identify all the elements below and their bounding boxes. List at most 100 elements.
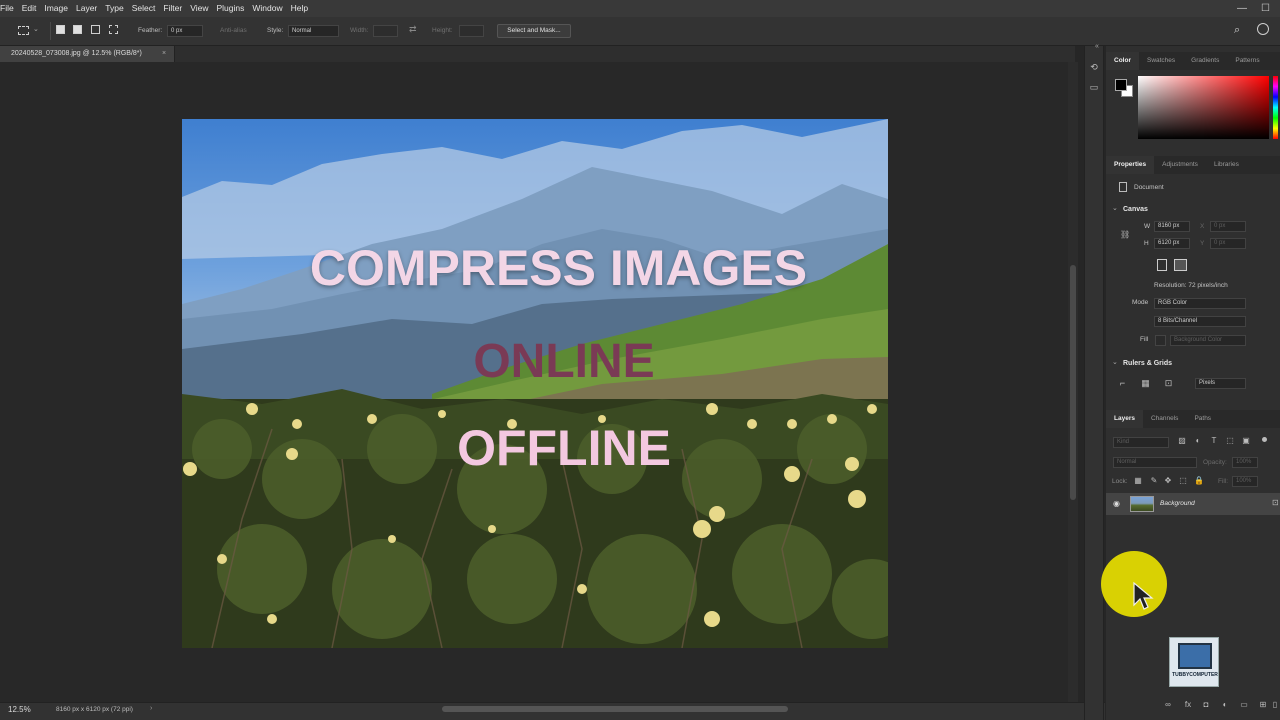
units-select[interactable]: Pixels	[1195, 378, 1246, 389]
document-canvas[interactable]: COMPRESS IMAGES ONLINE OFFLINE	[182, 119, 888, 648]
search-icon[interactable]: ⌕	[1234, 24, 1240, 37]
fill-field[interactable]: 100%	[1232, 476, 1258, 487]
add-selection-icon[interactable]	[73, 25, 82, 34]
tab-gradients[interactable]: Gradients	[1183, 52, 1227, 70]
portrait-orientation-icon[interactable]	[1157, 259, 1167, 271]
eye-icon[interactable]: ◉	[1113, 499, 1120, 508]
tab-channels[interactable]: Channels	[1143, 410, 1186, 428]
grid-icon[interactable]: ▦	[1140, 378, 1151, 388]
close-icon[interactable]: ×	[162, 46, 166, 62]
height-label: H	[1144, 240, 1149, 247]
zoom-level[interactable]: 12.5%	[8, 705, 31, 714]
canvas-height-field[interactable]: 6120 px	[1154, 238, 1190, 249]
link-icon[interactable]: ⛓	[1120, 230, 1130, 239]
landscape-orientation-icon[interactable]	[1174, 259, 1187, 271]
menu-view[interactable]: View	[186, 0, 212, 17]
panel-layout-icon[interactable]	[1257, 23, 1269, 35]
foreground-color-swatch[interactable]	[1115, 79, 1127, 91]
filter-shape-icon[interactable]: ⬚	[1225, 436, 1235, 446]
maximize-icon[interactable]: ☐	[1261, 3, 1270, 14]
minimize-icon[interactable]: —	[1237, 3, 1247, 14]
new-selection-icon[interactable]	[56, 25, 65, 34]
tab-patterns[interactable]: Patterns	[1227, 52, 1267, 70]
delete-layer-icon[interactable]: ▯	[1270, 700, 1280, 710]
antialias-checkbox[interactable]: Anti-alias	[220, 27, 247, 34]
canvas-y-field[interactable]: 0 px	[1210, 238, 1246, 249]
tab-color[interactable]: Color	[1106, 52, 1139, 70]
group-icon[interactable]: ▭	[1239, 700, 1249, 710]
tab-layers[interactable]: Layers	[1106, 410, 1143, 428]
fill-select[interactable]: Background Color	[1170, 335, 1246, 346]
menu-help[interactable]: Help	[287, 0, 312, 17]
marquee-tool-icon[interactable]	[18, 26, 29, 35]
lock-transparent-icon[interactable]: ▦	[1133, 476, 1143, 486]
menu-window[interactable]: Window	[248, 0, 286, 17]
channel-logo: TUBBYCOMPUTER	[1169, 637, 1219, 687]
filter-toggle-icon[interactable]	[1262, 437, 1267, 442]
canvas-x-field[interactable]: 0 px	[1210, 221, 1246, 232]
document-icon	[1119, 182, 1127, 192]
menu-type[interactable]: Type	[101, 0, 127, 17]
menu-select[interactable]: Select	[128, 0, 160, 17]
tab-swatches[interactable]: Swatches	[1139, 52, 1183, 70]
blend-mode-select[interactable]: Normal	[1113, 457, 1197, 468]
swap-icon[interactable]: ⇄	[409, 24, 417, 35]
tab-libraries[interactable]: Libraries	[1206, 156, 1247, 174]
height-input[interactable]	[459, 25, 484, 37]
color-picker-field[interactable]	[1138, 76, 1269, 139]
resolution-text: Resolution: 72 pixels/inch	[1154, 282, 1228, 289]
menu-image[interactable]: Image	[40, 0, 72, 17]
tab-adjustments[interactable]: Adjustments	[1154, 156, 1206, 174]
vertical-scroll-thumb[interactable]	[1070, 265, 1076, 500]
layer-name[interactable]: Background	[1160, 500, 1195, 507]
fill-label: Fill	[1140, 336, 1149, 343]
intersect-selection-icon[interactable]	[109, 25, 118, 34]
layer-style-icon[interactable]: fx	[1182, 700, 1194, 710]
history-icon[interactable]: ⟲	[1088, 62, 1100, 72]
bit-depth-select[interactable]: 8 Bits/Channel	[1154, 316, 1246, 327]
tab-properties[interactable]: Properties	[1106, 156, 1155, 174]
document-tab[interactable]: 20240528_073008.jpg @ 12.5% (RGB/8*)	[0, 46, 175, 62]
tab-paths[interactable]: Paths	[1186, 410, 1219, 428]
color-mode-select[interactable]: RGB Color	[1154, 298, 1246, 309]
chevron-down-icon[interactable]: ⌄	[1112, 204, 1118, 212]
menu-file[interactable]: File	[0, 0, 18, 17]
new-layer-icon[interactable]: ⊞	[1258, 700, 1268, 710]
menu-edit[interactable]: Edit	[18, 0, 41, 17]
lock-artboard-icon[interactable]: ⬚	[1178, 476, 1188, 486]
filter-type-icon[interactable]: T	[1209, 436, 1219, 446]
width-input[interactable]	[373, 25, 398, 37]
chevron-right-icon[interactable]: ›	[150, 705, 152, 712]
feather-input[interactable]: 0 px	[167, 25, 203, 37]
rulers-grids-title: Rulers & Grids	[1123, 360, 1173, 367]
filter-adjustment-icon[interactable]: ◐	[1193, 436, 1203, 446]
chevron-down-icon[interactable]: ⌄	[33, 25, 39, 33]
canvas-width-field[interactable]: 8160 px	[1154, 221, 1190, 232]
opacity-field[interactable]: 100%	[1232, 457, 1258, 468]
menu-layer[interactable]: Layer	[72, 0, 101, 17]
adjustment-layer-icon[interactable]: ◐	[1220, 700, 1230, 710]
chevron-down-icon[interactable]: ⌄	[1112, 358, 1118, 366]
hue-slider[interactable]	[1273, 76, 1278, 139]
lock-all-icon[interactable]: 🔒	[1194, 476, 1204, 486]
filter-pixel-icon[interactable]: ▨	[1177, 436, 1187, 446]
link-layers-icon[interactable]: ∞	[1163, 700, 1173, 710]
add-mask-icon[interactable]: ◘	[1201, 700, 1211, 710]
filter-smart-icon[interactable]: ▣	[1241, 436, 1251, 446]
subtract-selection-icon[interactable]	[91, 25, 100, 34]
layer-filter-kind[interactable]: Kind	[1113, 437, 1169, 448]
ruler-icon[interactable]: ⌐	[1117, 378, 1128, 388]
menu-plugins[interactable]: Plugins	[212, 0, 248, 17]
menu-filter[interactable]: Filter	[159, 0, 186, 17]
horizontal-scroll-thumb[interactable]	[442, 706, 788, 712]
comments-icon[interactable]: ▭	[1088, 82, 1100, 92]
fill-swatch[interactable]	[1155, 335, 1166, 346]
lock-image-icon[interactable]: ✎	[1149, 476, 1159, 486]
canvas-section-title: Canvas	[1123, 206, 1148, 213]
select-and-mask-button[interactable]: Select and Mask...	[497, 24, 571, 38]
style-select[interactable]: Normal	[288, 25, 339, 37]
document-info[interactable]: 8160 px x 6120 px (72 ppi)	[56, 706, 133, 713]
lock-position-icon[interactable]: ✥	[1163, 476, 1173, 486]
collapse-panels-icon[interactable]: «	[1095, 43, 1099, 50]
guides-icon[interactable]: ⊡	[1163, 378, 1174, 388]
